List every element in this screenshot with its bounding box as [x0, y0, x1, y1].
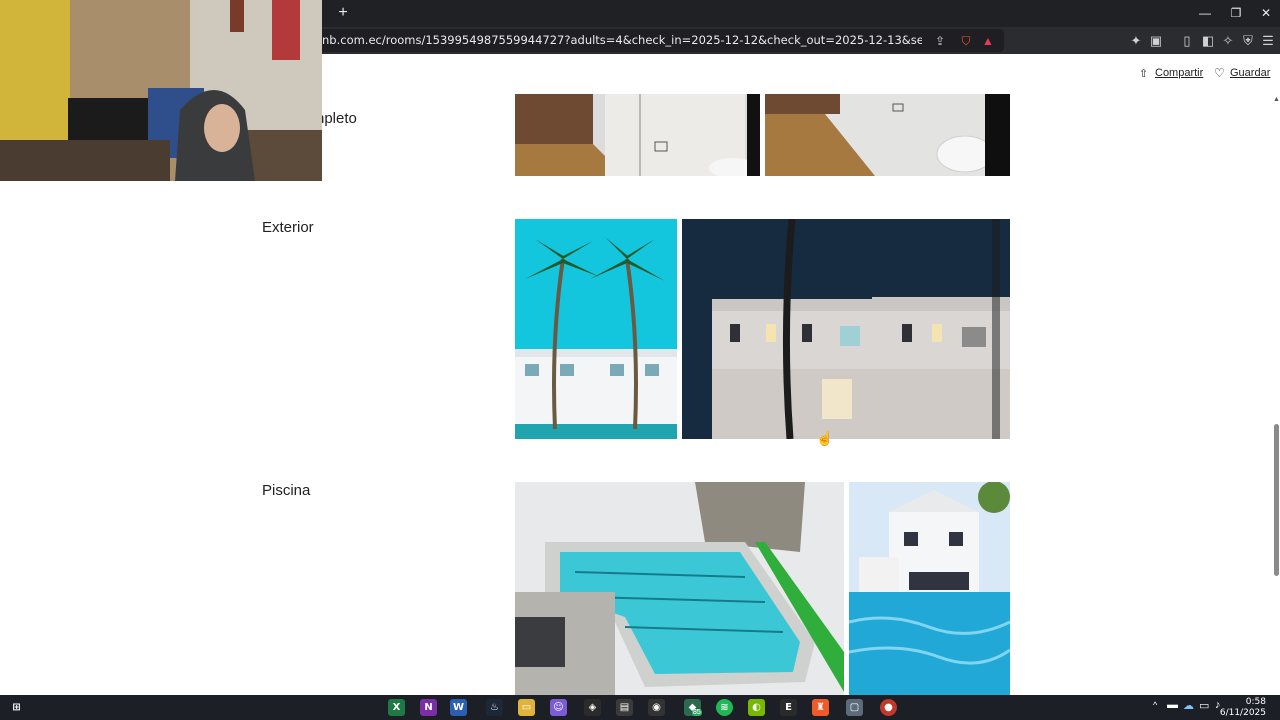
bathroom-photo-1[interactable]	[515, 94, 760, 176]
nvidia-icon[interactable]: ◐	[748, 699, 765, 716]
url-text[interactable]: nb.com.ec/rooms/1539954987559944727?adul…	[322, 33, 922, 47]
clock-time: 0:58	[1245, 697, 1266, 707]
share-page-icon[interactable]: ⇪	[932, 33, 948, 49]
onenote-icon[interactable]: N	[420, 699, 437, 716]
share-link[interactable]: Compartir	[1155, 67, 1203, 79]
hand-cursor-icon: ☝	[816, 430, 834, 446]
pool-photo-1-image	[515, 482, 844, 695]
pool-photo-1[interactable]	[515, 482, 844, 695]
section-title-pool: Piscina	[262, 482, 311, 499]
brave-rewards-icon[interactable]: ▲	[980, 33, 996, 49]
recording-app-icon[interactable]: ●	[880, 699, 897, 716]
section-title-bathroom: npleto	[316, 110, 357, 127]
share-icon[interactable]: ⇧	[1139, 67, 1148, 80]
steam-icon[interactable]: ♨	[486, 699, 503, 716]
scroll-up-icon[interactable]: ▲	[1273, 96, 1280, 103]
clock-date: 6/11/2025	[1219, 708, 1266, 718]
menu-icon[interactable]: ☰	[1259, 32, 1277, 50]
close-button[interactable]: ✕	[1251, 4, 1280, 22]
wallet-alt-icon[interactable]: ◧	[1199, 32, 1217, 50]
windows-start-icon[interactable]: ⊞	[8, 699, 25, 716]
vpn-icon[interactable]: ⛨	[1239, 32, 1257, 50]
notification-badge: 85	[692, 709, 702, 716]
save-link[interactable]: Guardar	[1230, 67, 1270, 79]
extensions-icon[interactable]: ✦	[1127, 32, 1145, 50]
brave-browser-icon[interactable]: ♜	[812, 699, 829, 716]
wallet-icon[interactable]: ▣	[1147, 32, 1165, 50]
exterior-photo-1-image	[515, 219, 677, 439]
address-bar[interactable]: nb.com.ec/rooms/1539954987559944727?adul…	[300, 29, 1004, 52]
section-title-exterior: Exterior	[262, 219, 314, 236]
system-clock[interactable]: 0:58 6/11/2025	[1220, 697, 1266, 719]
tray-chevron-icon[interactable]: ^	[1153, 700, 1157, 710]
github-icon[interactable]: ◉	[648, 699, 665, 716]
pool-photo-2[interactable]	[849, 482, 1010, 695]
pool-photo-2-image	[849, 482, 1010, 695]
scrollbar-thumb[interactable]	[1274, 424, 1279, 576]
sidebar-icon[interactable]: ▯	[1178, 32, 1196, 50]
tray-app-icon[interactable]: ▬	[1167, 699, 1178, 711]
file-explorer-icon[interactable]: ▭	[518, 699, 535, 716]
onedrive-icon[interactable]: ☁	[1183, 699, 1194, 712]
bathroom-photo-2-image	[765, 94, 1010, 176]
exterior-photo-1[interactable]	[515, 219, 677, 439]
exterior-photo-2-image	[682, 219, 1010, 439]
leo-ai-icon[interactable]: ✧	[1219, 32, 1237, 50]
minimize-button[interactable]: —	[1190, 4, 1220, 22]
bathroom-photo-1-image	[515, 94, 760, 176]
network-icon[interactable]: ▭	[1199, 699, 1209, 712]
spotify-icon[interactable]: ≋	[716, 699, 733, 716]
terminal-icon[interactable]: ▤	[616, 699, 633, 716]
page-scrollbar[interactable]	[1271, 54, 1280, 695]
new-tab-button[interactable]: +	[334, 4, 352, 22]
restore-button[interactable]: ❐	[1221, 4, 1251, 22]
bathroom-photo-2[interactable]	[765, 94, 1010, 176]
heart-icon[interactable]: ♡	[1214, 66, 1225, 80]
game-app-icon[interactable]: ◈	[584, 699, 601, 716]
word-icon[interactable]: W	[450, 699, 467, 716]
exterior-photo-2[interactable]	[682, 219, 1010, 439]
taskbar: ⊞ X N W ♨ ▭ ☺ ◈ ▤ ◉ ◆ 85 ≋ ◐ E ♜ ▢ ● ^ ▬…	[0, 695, 1280, 720]
excel-icon[interactable]: X	[388, 699, 405, 716]
app-window-icon[interactable]: ▢	[846, 699, 863, 716]
webcam-image	[0, 0, 322, 181]
discord-icon[interactable]: ☺	[550, 699, 567, 716]
webcam-overlay	[0, 0, 322, 181]
brave-shield-icon[interactable]: ⛉	[958, 33, 974, 49]
epic-games-icon[interactable]: E	[780, 699, 797, 716]
